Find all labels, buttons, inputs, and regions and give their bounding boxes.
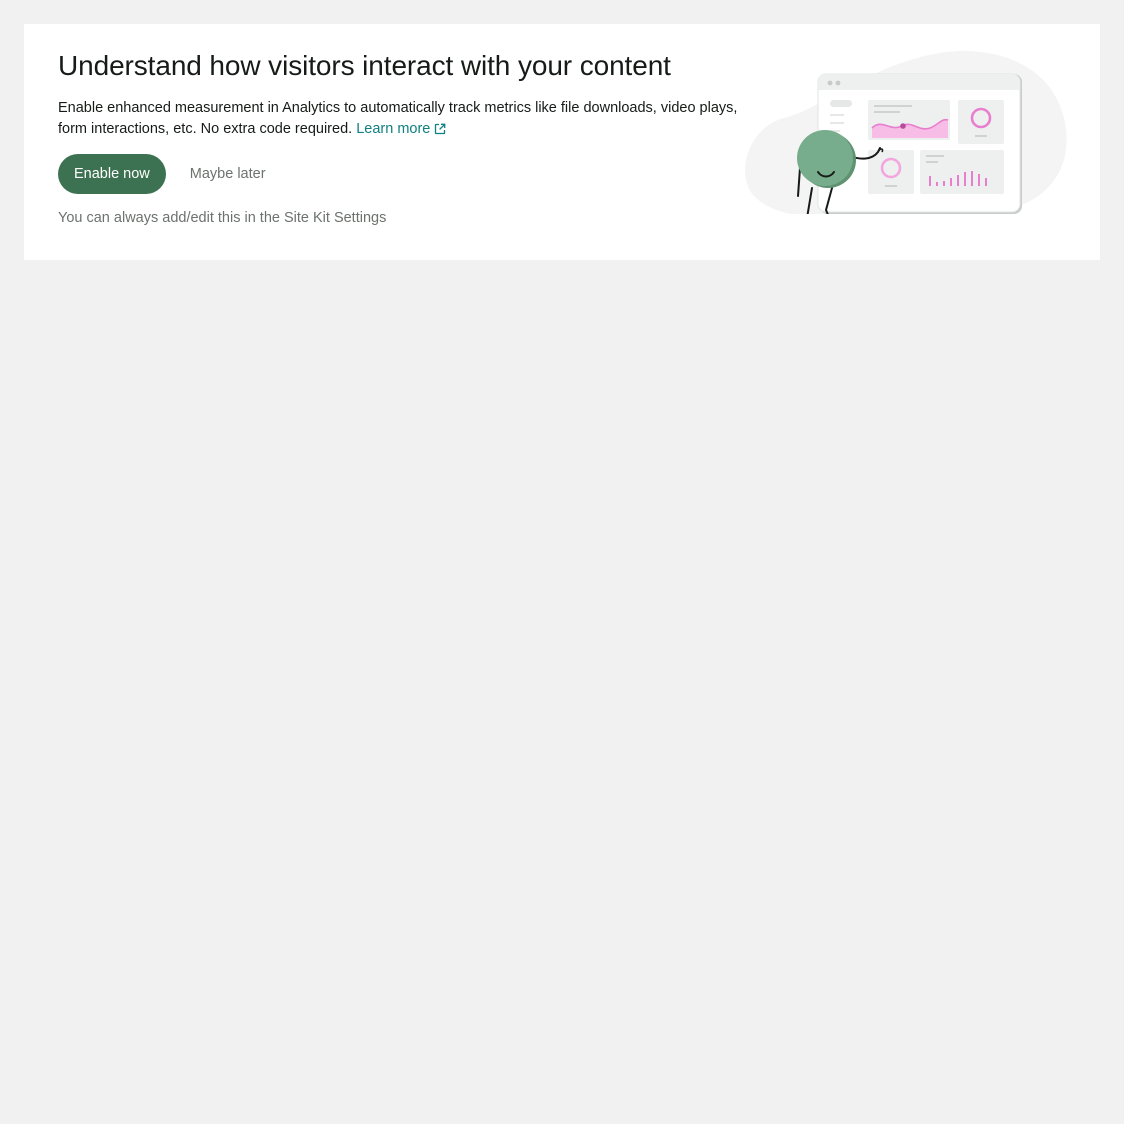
window-dot-icon bbox=[827, 80, 833, 86]
enhanced-measurement-banner: Understand how visitors interact with yo… bbox=[24, 24, 1100, 260]
donut-panel-2 bbox=[868, 150, 914, 194]
learn-more-label: Learn more bbox=[356, 121, 431, 137]
chart-point-icon bbox=[900, 123, 906, 129]
window-dot-icon bbox=[835, 80, 841, 86]
learn-more-link[interactable]: Learn more bbox=[356, 121, 446, 137]
analytics-dashboard-illustration bbox=[745, 51, 1067, 214]
donut-panel bbox=[958, 100, 1004, 144]
settings-footnote: You can always add/edit this in the Site… bbox=[58, 210, 387, 226]
enable-now-button[interactable]: Enable now bbox=[58, 154, 166, 194]
banner-title: Understand how visitors interact with yo… bbox=[58, 50, 671, 81]
external-link-icon bbox=[435, 123, 446, 135]
banner-description: Enable enhanced measurement in Analytics… bbox=[58, 98, 738, 140]
maybe-later-button[interactable]: Maybe later bbox=[174, 154, 282, 194]
banner-actions: Enable now Maybe later bbox=[58, 154, 738, 194]
banner-content: Understand how visitors interact with yo… bbox=[58, 48, 738, 227]
